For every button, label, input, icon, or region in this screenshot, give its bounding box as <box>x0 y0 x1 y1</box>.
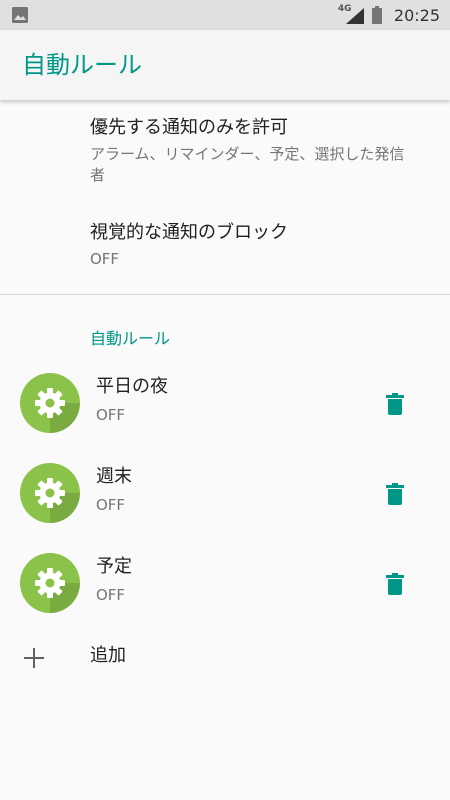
rule-status: OFF <box>96 406 126 424</box>
rule-item-weekend[interactable]: 週末 OFF <box>0 453 450 533</box>
rule-status: OFF <box>96 586 126 604</box>
gear-icon <box>20 553 80 613</box>
status-bar: 4G 20:25 <box>0 0 450 30</box>
delete-rule-button[interactable] <box>374 563 416 605</box>
trash-icon <box>386 393 404 415</box>
rule-name: 平日の夜 <box>96 376 168 397</box>
signal-icon <box>345 8 364 24</box>
delete-rule-button[interactable] <box>374 473 416 515</box>
add-rule-label: 追加 <box>90 645 126 666</box>
section-header-auto-rules: 自動ルール <box>90 329 171 348</box>
rule-status: OFF <box>96 496 126 514</box>
section-divider <box>0 294 450 295</box>
delete-rule-button[interactable] <box>374 383 416 425</box>
battery-icon <box>371 6 382 24</box>
trash-icon <box>386 573 404 595</box>
page-title: 自動ルール <box>22 51 142 79</box>
network-indicator: 4G <box>338 4 364 26</box>
gear-icon <box>20 463 80 523</box>
trash-icon <box>386 483 404 505</box>
add-rule-button[interactable]: 追加 <box>0 628 450 688</box>
setting-priority-only[interactable]: 優先する通知のみを許可 アラーム、リマインダー、予定、選択した発信者 <box>90 116 410 186</box>
plus-icon <box>24 648 44 668</box>
app-bar: 自動ルール <box>0 30 450 100</box>
setting-summary: アラーム、リマインダー、予定、選択した発信者 <box>90 145 405 184</box>
rule-item-event[interactable]: 予定 OFF <box>0 543 450 623</box>
gear-icon <box>20 373 80 433</box>
status-clock: 20:25 <box>393 5 440 25</box>
setting-summary: OFF <box>90 250 120 268</box>
image-notification-icon <box>12 7 28 23</box>
rule-name: 予定 <box>96 556 132 577</box>
setting-block-visual-notifications[interactable]: 視覚的な通知のブロック OFF <box>90 221 410 270</box>
setting-title: 視覚的な通知のブロック <box>90 222 288 243</box>
rule-item-weeknight[interactable]: 平日の夜 OFF <box>0 363 450 443</box>
setting-title: 優先する通知のみを許可 <box>90 117 288 138</box>
rule-name: 週末 <box>96 466 132 487</box>
